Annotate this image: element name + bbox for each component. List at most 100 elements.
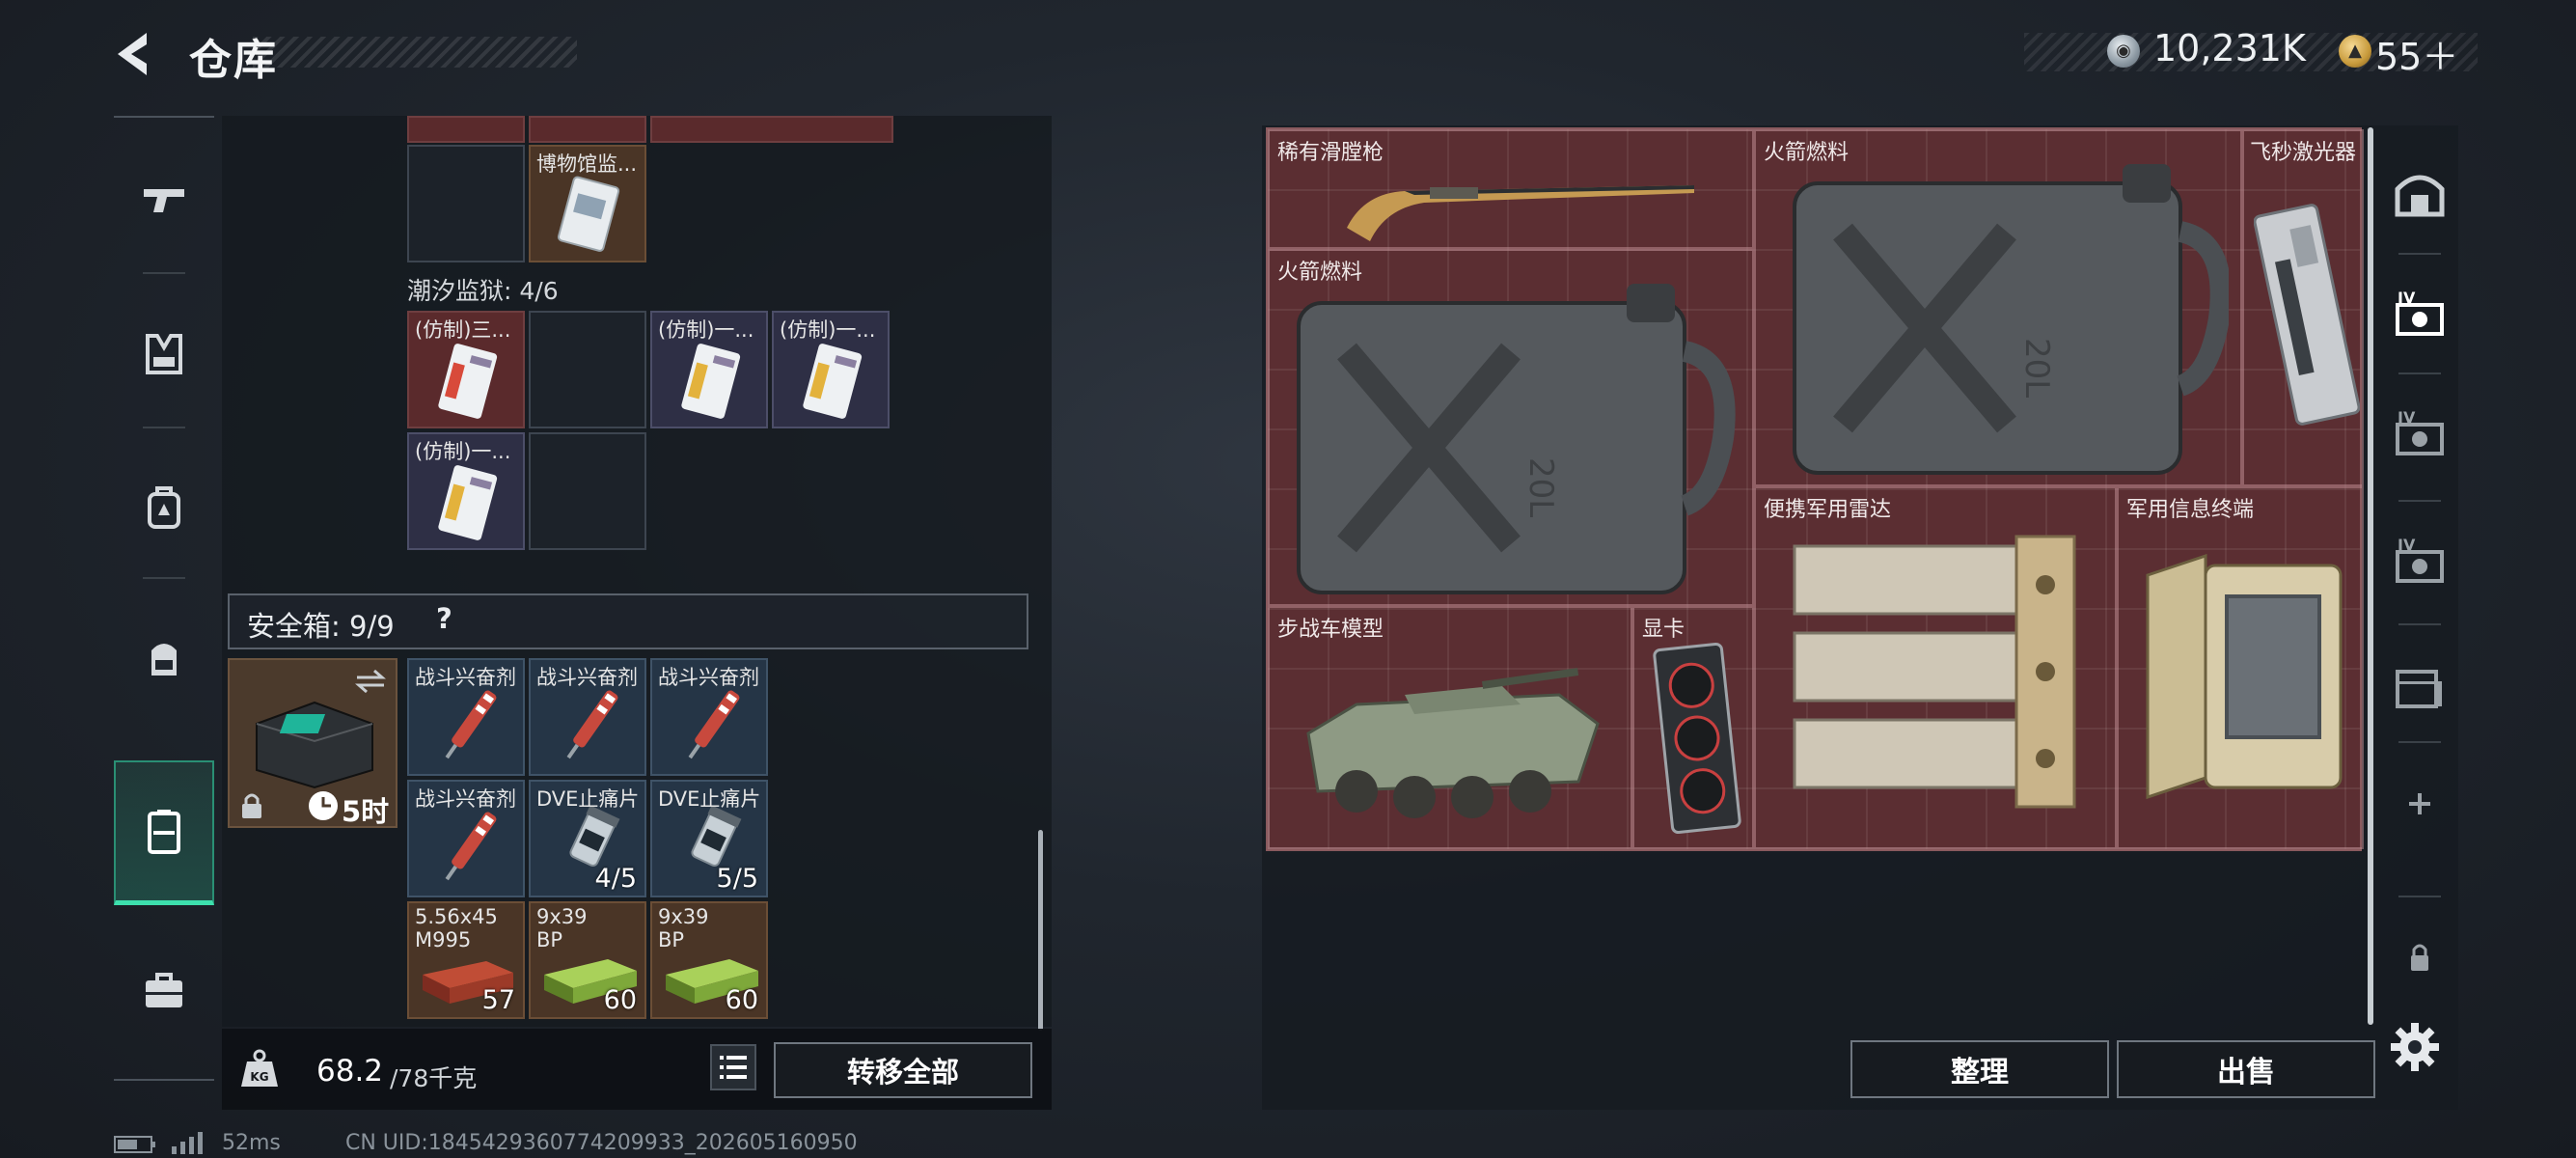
storage-scrollbar[interactable]: [1038, 830, 1043, 1031]
battery-icon: [114, 1136, 155, 1153]
sort-button[interactable]: 整理: [1850, 1040, 2109, 1098]
collection-progress-label: 潮汐监狱: 4/6: [407, 277, 559, 305]
nav-weapons-tab[interactable]: [114, 147, 214, 253]
card-item-cell[interactable]: (仿制)一...: [772, 311, 890, 428]
svg-text:IV: IV: [2398, 536, 2416, 554]
current-weight: 68.2: [316, 1054, 384, 1089]
jerrycan-icon: 20L: [1297, 284, 1736, 594]
femtosecond-laser-item[interactable]: 飞秒激光器: [2242, 129, 2364, 486]
gold-coin-icon: ▲: [2339, 35, 2371, 68]
empty-slot[interactable]: [529, 311, 646, 428]
right-nav-vault[interactable]: [2381, 141, 2458, 247]
lock-icon: [2411, 944, 2428, 971]
painkiller-item-cell[interactable]: DVE止痛片 5/5: [650, 780, 768, 897]
list-icon: [720, 1056, 747, 1079]
stimulant-item-cell[interactable]: 战斗兴奋剂: [650, 658, 768, 776]
storage-box-iv-icon: IV: [2396, 289, 2444, 336]
nav-toolkit-tab[interactable]: [114, 938, 214, 1044]
ammo-item-cell[interactable]: 5.56x45 M995 57: [407, 901, 525, 1019]
ammo-item-cell[interactable]: 9x39 BP 60: [529, 901, 646, 1019]
list-view-button[interactable]: [710, 1044, 756, 1090]
toolbox-icon: [146, 973, 182, 1007]
max-weight: /78千克: [390, 1064, 478, 1092]
empty-slot[interactable]: [529, 432, 646, 550]
armor-vest-icon: [146, 334, 182, 374]
transfer-all-button[interactable]: 转移全部: [774, 1042, 1032, 1098]
left-nav: [114, 116, 214, 1081]
right-nav: IV IV IV: [2381, 127, 2458, 1025]
title-decoration: [253, 37, 577, 68]
rugged-terminal-icon: [2146, 553, 2343, 800]
inventory-cell[interactable]: [529, 116, 646, 143]
gpu-icon: [1653, 642, 1741, 835]
container-grid: 稀有滑膛枪 火箭燃料 20L 飞秒激光器 火箭燃料 20L 便携军用雷达 军用信…: [1266, 127, 2364, 851]
inventory-cell[interactable]: [650, 116, 893, 143]
settings-gear-icon[interactable]: [2387, 1019, 2443, 1075]
military-terminal-item[interactable]: 军用信息终端: [2117, 486, 2364, 849]
money-amount: 10,231K: [2153, 27, 2306, 69]
back-arrow-icon[interactable]: [108, 27, 162, 81]
military-radar-item[interactable]: 便携军用雷达: [1754, 486, 2117, 849]
musket-item[interactable]: 稀有滑膛枪: [1268, 129, 1754, 249]
clock-icon: [309, 791, 338, 820]
card-item-cell[interactable]: (仿制)一...: [650, 311, 768, 428]
signal-icon: [172, 1132, 203, 1154]
vault-door-icon: [2395, 175, 2445, 217]
safe-box-capacity: 安全箱: 9/9: [247, 610, 395, 643]
ifv-model-item[interactable]: 步战车模型: [1268, 606, 1632, 849]
rocket-fuel-item[interactable]: 火箭燃料 20L: [1754, 129, 2242, 486]
rig-pouch-icon: [151, 644, 177, 676]
safe-box-icon: [148, 809, 180, 854]
locked-slot[interactable]: [2381, 913, 2458, 1000]
right-nav-container-iv-3[interactable]: IV: [2381, 510, 2458, 616]
swap-icon[interactable]: [353, 668, 388, 695]
user-uid: CN UID:1845429360774209933_202605160950: [345, 1131, 858, 1155]
svg-text:20L: 20L: [2017, 338, 2056, 398]
stimulant-item-cell[interactable]: 战斗兴奋剂: [529, 658, 646, 776]
svg-text:IV: IV: [2398, 408, 2416, 427]
locker-icon: [2396, 670, 2442, 708]
nav-safe-box-tab[interactable]: [114, 760, 214, 905]
right-nav-container-iv-2[interactable]: IV: [2381, 382, 2458, 488]
nav-rig-tab[interactable]: [114, 606, 214, 712]
container-scrollbar[interactable]: [2368, 127, 2373, 1025]
laser-device-icon: [2254, 204, 2360, 426]
weight-kg-icon: KG: [241, 1049, 278, 1087]
stimulant-item-cell[interactable]: 战斗兴奋剂: [407, 658, 525, 776]
museum-item-cell[interactable]: 博物馆监...: [529, 145, 646, 262]
safe-box-case-icon: [256, 701, 373, 789]
painkiller-item-cell[interactable]: DVE止痛片 4/5: [529, 780, 646, 897]
inventory-cell[interactable]: [407, 116, 525, 143]
safe-box-timer: 5时: [342, 795, 390, 828]
pistol-icon: [144, 189, 184, 212]
nav-backpack-tab[interactable]: [114, 455, 214, 562]
backpack-icon: [148, 486, 180, 529]
empty-slot[interactable]: [407, 145, 525, 262]
nav-armor-tab[interactable]: [114, 301, 214, 407]
right-nav-container-locker[interactable]: [2381, 633, 2458, 739]
help-button[interactable]: ?: [436, 602, 452, 635]
ammo-item-cell[interactable]: 9x39 BP 60: [650, 901, 768, 1019]
graphics-card-item[interactable]: 显卡: [1632, 606, 1754, 849]
silver-coin-icon: ◉: [2107, 35, 2140, 68]
ping-readout: 52ms: [222, 1131, 281, 1155]
card-item-cell[interactable]: (仿制)三...: [407, 311, 525, 428]
lock-icon: [242, 793, 261, 818]
svg-text:IV: IV: [2398, 289, 2416, 307]
card-item-cell[interactable]: (仿制)一...: [407, 432, 525, 550]
armored-vehicle-icon: [1306, 668, 1600, 818]
add-container-button[interactable]: [2381, 751, 2458, 857]
premium-currency-amount[interactable]: 55＋: [2375, 27, 2458, 80]
jerrycan-icon: 20L: [1793, 164, 2229, 475]
right-nav-container-iv-1[interactable]: IV: [2381, 262, 2458, 369]
radar-crate-icon: [1793, 535, 2076, 809]
storage-box-iv-icon: IV: [2396, 408, 2444, 455]
svg-text:20L: 20L: [1521, 457, 1560, 517]
plus-icon: [2409, 793, 2430, 814]
rocket-fuel-item[interactable]: 火箭燃料 20L: [1268, 249, 1754, 606]
storage-box-iv-icon: IV: [2396, 536, 2444, 583]
musket-icon: [1347, 185, 1694, 241]
sell-button[interactable]: 出售: [2117, 1040, 2375, 1098]
stimulant-item-cell[interactable]: 战斗兴奋剂: [407, 780, 525, 897]
svg-text:KG: KG: [250, 1070, 268, 1084]
